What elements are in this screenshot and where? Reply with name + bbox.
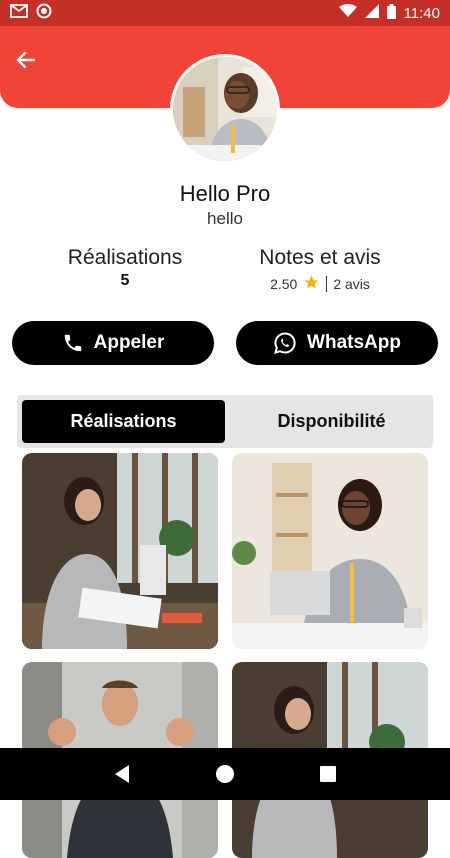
signal-icon — [364, 4, 379, 22]
clock: 11:40 — [403, 4, 440, 22]
nav-recents-button[interactable] — [308, 754, 348, 794]
whatsapp-icon — [274, 332, 296, 354]
realisations-count: 5 — [120, 272, 130, 289]
phone-icon — [64, 334, 81, 352]
review-count: 2 avis — [333, 276, 370, 292]
smiling-woman-at-laptop-photo — [232, 453, 428, 649]
rating-value: 2.50 — [270, 276, 298, 292]
star-icon — [303, 274, 320, 294]
nav-back-button[interactable] — [102, 754, 142, 794]
tab-disponibilite[interactable]: Disponibilité — [235, 400, 428, 443]
profile-subtitle: hello — [207, 209, 243, 228]
call-button[interactable]: Appeler — [12, 321, 214, 365]
gallery-item[interactable] — [22, 453, 218, 649]
reviews-stat: Notes et avis 2.50 2 avis — [235, 246, 405, 294]
wifi-icon — [338, 4, 357, 22]
arrow-left-icon — [16, 51, 36, 69]
home-circle-icon — [215, 765, 234, 783]
realisations-stat: Réalisations 5 — [40, 246, 210, 290]
reviews-label: Notes et avis — [259, 246, 381, 269]
rating-divider — [326, 276, 328, 292]
tab-realisations[interactable]: Réalisations — [22, 400, 225, 443]
profile-tabs: Réalisations Disponibilité — [17, 395, 433, 448]
gmail-icon — [10, 3, 28, 23]
back-button[interactable] — [14, 48, 38, 72]
whatsapp-button[interactable]: WhatsApp — [236, 321, 438, 365]
status-bar: 11:40 — [0, 0, 450, 26]
recents-square-icon — [320, 766, 337, 782]
record-icon — [36, 3, 52, 24]
whatsapp-label: WhatsApp — [307, 332, 401, 353]
woman-on-phone-at-desk-photo — [22, 453, 218, 649]
system-nav-bar — [0, 748, 450, 800]
battery-icon — [386, 3, 396, 23]
back-triangle-icon — [114, 765, 129, 783]
profile-name: Hello Pro — [179, 181, 271, 206]
avatar — [170, 54, 280, 164]
call-label: Appeler — [93, 332, 165, 353]
nav-home-button[interactable] — [205, 754, 245, 794]
realisations-label: Réalisations — [67, 246, 183, 269]
gallery-item[interactable] — [232, 453, 428, 649]
